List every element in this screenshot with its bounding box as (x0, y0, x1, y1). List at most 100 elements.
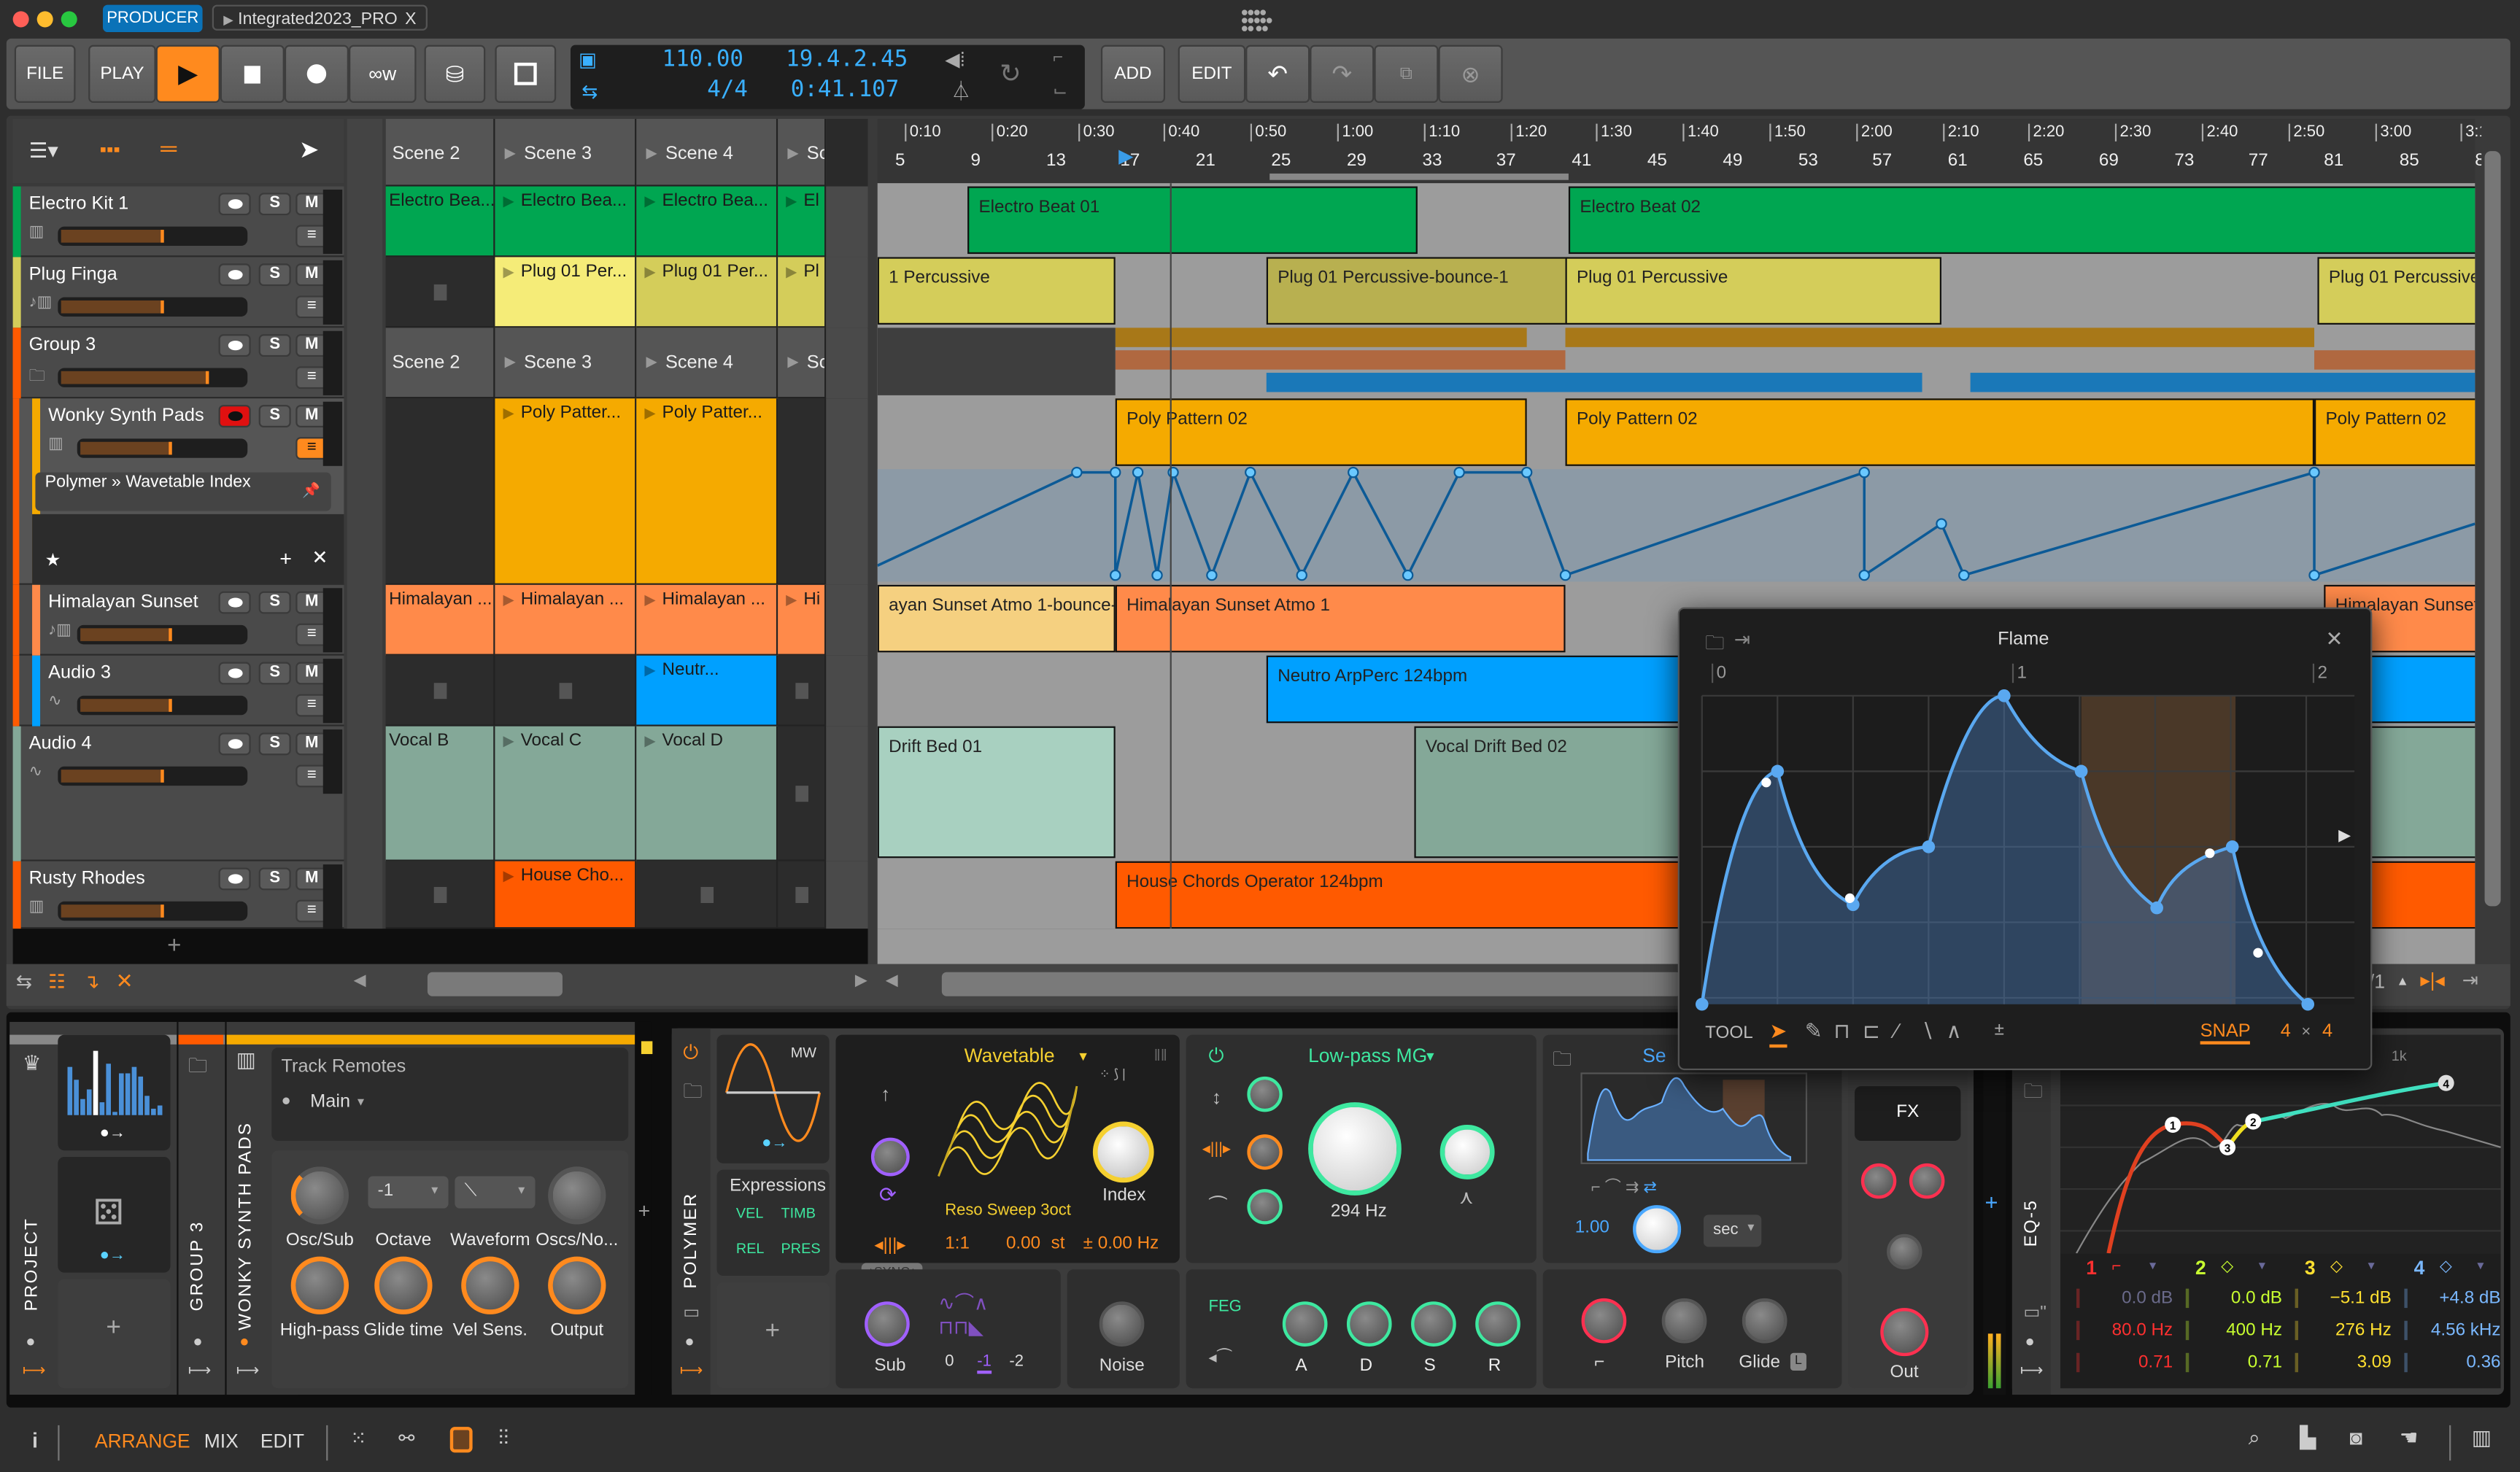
eq-band-q[interactable]: 3.09 (2295, 1352, 2392, 1373)
note-grid-icon[interactable]: ⁙ (350, 1427, 366, 1449)
empty-clip-slot[interactable] (778, 861, 827, 929)
remote-knob-icon[interactable]: ● (193, 1333, 202, 1351)
group-scene-slot[interactable]: ▶ Sc (778, 328, 827, 399)
clip-slot[interactable]: ▶ Plug 01 Per... (495, 257, 637, 328)
mixer-sliders-icon[interactable]: ⫶⫶ (498, 1425, 509, 1451)
solo-button[interactable]: S (258, 591, 291, 614)
track-name[interactable]: Plug Finga (29, 265, 117, 284)
adsr-knob-a[interactable] (1282, 1301, 1328, 1347)
device-panel-toggle-icon[interactable] (449, 1427, 473, 1453)
clip-stop-icon[interactable] (795, 786, 809, 802)
arrangement-clip[interactable]: Drift Bed 01 (877, 726, 1116, 859)
osc-type-select[interactable]: Wavetable (965, 1045, 1055, 1067)
scene-launch-button[interactable]: Scene 2 (385, 119, 495, 187)
launcher-scrollbar-thumb[interactable] (427, 972, 563, 996)
automation-point[interactable] (1110, 466, 1121, 479)
empty-clip-slot[interactable] (385, 257, 495, 328)
env-rate-value[interactable]: 1.00 (1575, 1218, 1609, 1237)
flame-curve-editor[interactable] (1695, 689, 2355, 1011)
automation-point[interactable] (1936, 518, 1947, 530)
eq-band-freq[interactable]: 80.0 Hz (2076, 1320, 2173, 1341)
remote-knob-icon[interactable]: ● (239, 1333, 249, 1351)
scene-launch-column[interactable] (826, 398, 868, 587)
clip-play-icon[interactable]: ▶ (786, 193, 797, 210)
pointer-tool-icon[interactable]: ➤ (1769, 1019, 1787, 1048)
record-arm-button[interactable] (218, 732, 251, 756)
group-scene-slot[interactable]: ▶ Scene 3 (495, 328, 637, 399)
expression-vel[interactable]: VEL (736, 1205, 763, 1221)
ramp-up-icon[interactable]: ∕ (1895, 1019, 1898, 1043)
clip-play-icon[interactable]: ▶ (786, 263, 797, 281)
punch-out-icon[interactable]: ⌙ (1053, 80, 1067, 101)
arranger-scroll-left-icon[interactable]: ◀ (886, 972, 898, 990)
file-button[interactable]: FILE (14, 44, 76, 103)
group-scene-slot[interactable]: Scene 2 (385, 328, 495, 399)
insert-device-icon[interactable]: + (638, 1198, 651, 1223)
volume-fader[interactable] (77, 438, 248, 458)
remove-automation-icon[interactable]: ✕ (312, 546, 328, 569)
resonance-knob[interactable] (1439, 1124, 1495, 1179)
triangle-shape-icon[interactable]: ∧ (1947, 1019, 1962, 1045)
scene-launch-column[interactable] (826, 861, 868, 931)
volume-fader[interactable] (58, 766, 248, 786)
step-shape-icon[interactable]: ⊏ (1863, 1019, 1880, 1045)
folder-icon[interactable]: 🗀 (1553, 1045, 1572, 1078)
adsr-knob-r[interactable] (1475, 1301, 1520, 1347)
metronome-icon[interactable]: ⏃ (951, 77, 970, 104)
group-summary-clip[interactable] (1115, 350, 1566, 370)
volume-fader[interactable] (58, 901, 248, 921)
scene-launch-column[interactable] (826, 584, 868, 657)
view-tab-mix[interactable]: MIX (204, 1430, 239, 1452)
group-summary-clip[interactable] (1266, 373, 1922, 392)
eq-band-gain[interactable]: 0.0 dB (2185, 1288, 2282, 1309)
track-header[interactable]: Electro Kit 1 ▥ S M ≡ (12, 186, 344, 257)
clip-slot[interactable]: ▶ Himalayan ... (636, 584, 778, 656)
glide-knob[interactable] (1742, 1298, 1787, 1344)
delete-button[interactable]: ⊗ (1438, 44, 1503, 103)
empty-clip-slot[interactable] (778, 726, 827, 861)
speaker-icon[interactable]: ◙ (2349, 1425, 2362, 1449)
clip-stop-icon[interactable] (433, 886, 447, 903)
arrangement-clip[interactable]: Poly Pattern 02 (1115, 398, 1527, 466)
modulation-link-icon[interactable]: ⚯ (398, 1427, 414, 1449)
clip-slot[interactable]: Electro Bea... (385, 186, 495, 257)
out-knob[interactable] (1880, 1308, 1929, 1357)
group-summary-clip[interactable] (1565, 328, 2315, 347)
clip-slot[interactable]: ▶ Hi (778, 584, 827, 656)
env-rate-knob[interactable] (1633, 1205, 1682, 1254)
chevron-down-icon[interactable]: ▼ (2366, 1261, 2377, 1272)
noise-knob[interactable] (1099, 1301, 1145, 1347)
import-icon[interactable]: ⇥ (1734, 628, 1750, 651)
chevron-down-icon[interactable]: ▼ (1424, 1049, 1437, 1064)
sub-knob[interactable] (865, 1301, 910, 1347)
position-bars[interactable]: 19.4.2.45 (786, 47, 908, 72)
flame-node[interactable] (1771, 764, 1785, 778)
remote-knob[interactable] (290, 1166, 349, 1225)
clip-play-icon[interactable]: ▶ (644, 592, 655, 609)
modulator-arrow-icon[interactable]: ⟼ (188, 1363, 212, 1380)
clip-stop-icon[interactable] (700, 886, 714, 903)
snap-value-b[interactable]: 4 (2322, 1022, 2332, 1041)
modulator-arrow-icon[interactable]: ●→ (100, 1247, 125, 1264)
scene-launch-button[interactable]: ▶ Scene 4 (636, 119, 778, 187)
track-header[interactable]: Wonky Synth Pads ▥ S M ≡ Polymer » Wavetable … (12, 398, 344, 585)
pointer-tool-icon[interactable]: ➤ (299, 135, 320, 163)
clip-play-icon[interactable]: ▶ (503, 193, 514, 210)
tap-tempo-icon[interactable]: ◀⁞ (945, 48, 965, 71)
track-list-menu-icon[interactable]: ☰▾ (29, 138, 58, 163)
play-button[interactable]: ▶ (155, 44, 220, 103)
eq-band-number[interactable]: 1 (2086, 1257, 2097, 1279)
spectrum-modulator[interactable]: ●→ (58, 1034, 171, 1151)
track-name[interactable]: Wonky Synth Pads (48, 406, 204, 425)
scene-list-icon[interactable]: ☷ (48, 970, 66, 993)
layout-button[interactable] (495, 44, 557, 103)
timeline-ruler[interactable]: 5 9 13 17 21 25 29 33 37 41 45 49 53 57 61 65 69 73 77 81 85… (877, 119, 2488, 184)
vertical-scrollbar[interactable] (2481, 119, 2504, 929)
time-signature-value[interactable]: 4/4 (707, 77, 748, 103)
track-name[interactable]: Himalayan Sunset (48, 593, 198, 612)
ramp-down-icon[interactable]: ∖ (1920, 1019, 1933, 1045)
clip-play-icon[interactable]: ▶ (503, 263, 514, 281)
interpolation-icons[interactable]: ⁘ ⟆ | (1099, 1067, 1126, 1082)
automation-point[interactable] (1348, 466, 1359, 479)
track-name[interactable]: Group 3 (29, 336, 96, 355)
